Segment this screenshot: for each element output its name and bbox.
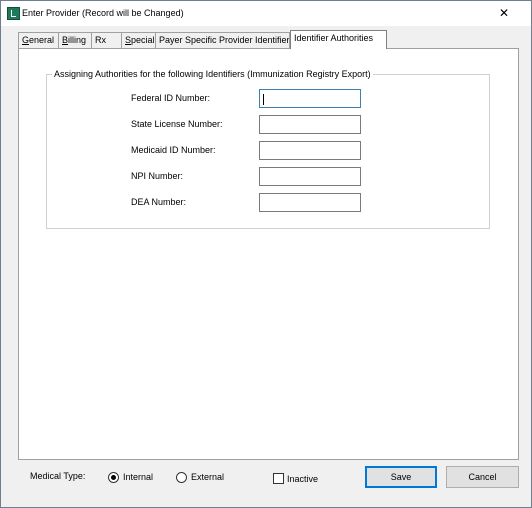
- dea-row: DEA Number:: [47, 193, 489, 213]
- radio-checked-icon: [108, 471, 119, 483]
- tab-special-label: Special: [125, 35, 155, 45]
- tab-rx-label: Rx: [95, 35, 106, 45]
- tab-identifier-authorities[interactable]: Identifier Authorities: [290, 30, 387, 49]
- tab-panel: Assigning Authorities for the following …: [18, 48, 519, 460]
- tab-identifier-authorities-label: Identifier Authorities: [294, 33, 374, 43]
- radio-external[interactable]: External: [176, 471, 224, 483]
- federal-id-label: Federal ID Number:: [131, 93, 211, 103]
- tab-billing-label: Billing: [62, 35, 87, 45]
- group-title: Assigning Authorities for the following …: [52, 69, 373, 79]
- dea-label: DEA Number:: [131, 197, 187, 207]
- save-button[interactable]: Save: [365, 466, 437, 488]
- dea-input[interactable]: [259, 193, 361, 212]
- npi-row: NPI Number:: [47, 167, 489, 187]
- state-license-row: State License Number:: [47, 115, 489, 135]
- npi-label: NPI Number:: [131, 171, 184, 181]
- assigning-authorities-group: Assigning Authorities for the following …: [46, 69, 490, 229]
- save-label: Save: [390, 472, 412, 482]
- checkbox-icon: [273, 473, 284, 484]
- federal-id-row: Federal ID Number:: [47, 89, 489, 109]
- medicaid-id-row: Medicaid ID Number:: [47, 141, 489, 161]
- tab-general-label: General: [22, 35, 55, 45]
- tab-general[interactable]: General: [18, 32, 61, 48]
- state-license-input[interactable]: [259, 115, 361, 134]
- medicaid-id-input[interactable]: [259, 141, 361, 160]
- radio-internal-label: Internal: [123, 472, 154, 482]
- radio-internal[interactable]: Internal: [108, 471, 153, 483]
- tab-payer-label: Payer Specific Provider Identifier: [159, 35, 290, 45]
- medicaid-id-label: Medicaid ID Number:: [131, 145, 216, 155]
- medical-type-label: Medical Type:: [30, 471, 86, 481]
- inactive-label: Inactive: [287, 473, 319, 484]
- tab-payer-specific-provider-identifier[interactable]: Payer Specific Provider Identifier: [155, 32, 290, 48]
- inactive-checkbox[interactable]: Inactive: [273, 473, 318, 484]
- radio-external-label: External: [191, 472, 225, 482]
- federal-id-input[interactable]: [259, 89, 361, 108]
- window-title: Enter Provider (Record will be Changed): [22, 8, 184, 18]
- app-icon: [7, 7, 20, 20]
- title-bar[interactable]: Enter Provider (Record will be Changed) …: [1, 1, 531, 26]
- close-icon: ✕: [498, 6, 510, 20]
- radio-unchecked-icon: [176, 471, 187, 483]
- state-license-label: State License Number:: [131, 119, 223, 129]
- npi-input[interactable]: [259, 167, 361, 186]
- close-button[interactable]: ✕: [495, 5, 513, 21]
- cancel-button[interactable]: Cancel: [446, 466, 519, 488]
- cancel-label: Cancel: [468, 472, 497, 482]
- text-caret: [263, 94, 264, 105]
- enter-provider-window: Enter Provider (Record will be Changed) …: [0, 0, 532, 508]
